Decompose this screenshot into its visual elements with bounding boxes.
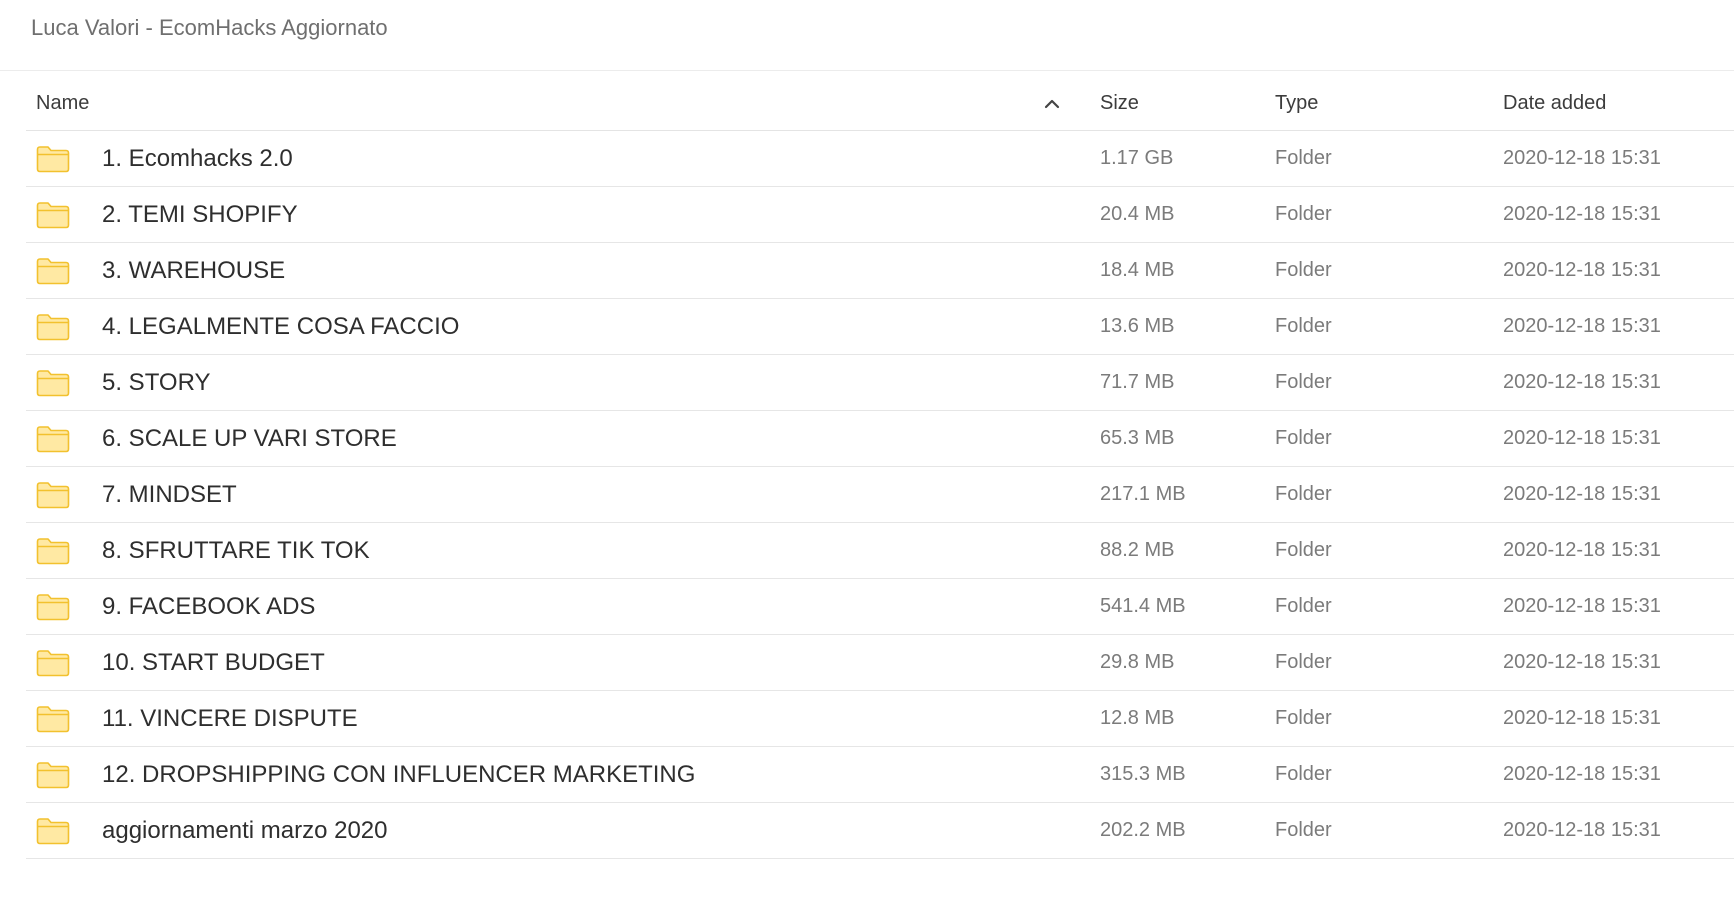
file-name: 1. Ecomhacks 2.0 bbox=[102, 145, 293, 172]
file-size: 202.2 MB bbox=[1100, 819, 1186, 841]
file-type: Folder bbox=[1275, 147, 1332, 169]
file-type: Folder bbox=[1275, 763, 1332, 785]
file-type: Folder bbox=[1275, 819, 1332, 841]
file-date-added: 2020-12-18 15:31 bbox=[1503, 315, 1661, 337]
file-name: 8. SFRUTTARE TIK TOK bbox=[102, 537, 370, 564]
file-name: 12. DROPSHIPPING CON INFLUENCER MARKETIN… bbox=[102, 761, 696, 788]
file-type: Folder bbox=[1275, 539, 1332, 561]
folder-icon bbox=[36, 817, 70, 845]
folder-icon bbox=[36, 369, 70, 397]
folder-icon bbox=[36, 257, 70, 285]
chevron-up-icon[interactable] bbox=[1040, 76, 1064, 130]
file-date-added: 2020-12-18 15:31 bbox=[1503, 595, 1661, 617]
column-header-date[interactable]: Date added bbox=[1503, 76, 1606, 130]
column-header-size[interactable]: Size bbox=[1100, 76, 1139, 130]
file-date-added: 2020-12-18 15:31 bbox=[1503, 427, 1661, 449]
file-date-added: 2020-12-18 15:31 bbox=[1503, 483, 1661, 505]
table-row[interactable]: 4. LEGALMENTE COSA FACCIO 13.6 MB Folder 20… bbox=[26, 299, 1734, 355]
file-size: 315.3 MB bbox=[1100, 763, 1186, 785]
file-date-added: 2020-12-18 15:31 bbox=[1503, 763, 1661, 785]
file-name: aggiornamenti marzo 2020 bbox=[102, 817, 388, 844]
file-size: 13.6 MB bbox=[1100, 315, 1175, 337]
file-size: 71.7 MB bbox=[1100, 371, 1175, 393]
table-header: Name Size Type Date added bbox=[26, 76, 1734, 131]
file-name: 4. LEGALMENTE COSA FACCIO bbox=[102, 313, 460, 340]
file-type: Folder bbox=[1275, 595, 1332, 617]
file-size: 541.4 MB bbox=[1100, 595, 1186, 617]
file-date-added: 2020-12-18 15:31 bbox=[1503, 819, 1661, 841]
table-row[interactable]: 2. TEMI SHOPIFY 20.4 MB Folder 2020-12-18 1… bbox=[26, 187, 1734, 243]
file-size: 29.8 MB bbox=[1100, 651, 1175, 673]
file-date-added: 2020-12-18 15:31 bbox=[1503, 259, 1661, 281]
file-name: 3. WAREHOUSE bbox=[102, 257, 286, 284]
table-row[interactable]: 11. VINCERE DISPUTE 12.8 MB Folder 2020-12-… bbox=[26, 691, 1734, 747]
file-size: 20.4 MB bbox=[1100, 203, 1175, 225]
file-size: 217.1 MB bbox=[1100, 483, 1186, 505]
file-size: 88.2 MB bbox=[1100, 539, 1175, 561]
file-size: 65.3 MB bbox=[1100, 427, 1175, 449]
table-row[interactable]: 3. WAREHOUSE 18.4 MB Folder 2020-12-18 15:3… bbox=[26, 243, 1734, 299]
folder-icon bbox=[36, 481, 70, 509]
file-date-added: 2020-12-18 15:31 bbox=[1503, 539, 1661, 561]
table-row[interactable]: 12. DROPSHIPPING CON INFLUENCER MARKETIN… bbox=[26, 747, 1734, 803]
title-divider bbox=[0, 70, 1734, 71]
file-type: Folder bbox=[1275, 651, 1332, 673]
breadcrumb: Luca Valori - EcomHacks Aggiornato bbox=[31, 15, 388, 40]
column-header-name[interactable]: Name bbox=[36, 76, 89, 130]
file-date-added: 2020-12-18 15:31 bbox=[1503, 203, 1661, 225]
file-type: Folder bbox=[1275, 371, 1332, 393]
folder-icon bbox=[36, 201, 70, 229]
file-type: Folder bbox=[1275, 707, 1332, 729]
table-row[interactable]: 6. SCALE UP VARI STORE 65.3 MB Folder 2020-… bbox=[26, 411, 1734, 467]
file-type: Folder bbox=[1275, 483, 1332, 505]
table-row[interactable]: 9. FACEBOOK ADS 541.4 MB Folder 2020-12-18 … bbox=[26, 579, 1734, 635]
file-type: Folder bbox=[1275, 427, 1332, 449]
folder-icon bbox=[36, 313, 70, 341]
file-type: Folder bbox=[1275, 203, 1332, 225]
file-name: 7. MINDSET bbox=[102, 481, 237, 508]
file-table: Name Size Type Date added 1. Ecomhacks 2… bbox=[26, 76, 1734, 859]
file-name: 9. FACEBOOK ADS bbox=[102, 593, 316, 620]
file-date-added: 2020-12-18 15:31 bbox=[1503, 147, 1661, 169]
file-size: 12.8 MB bbox=[1100, 707, 1175, 729]
folder-icon bbox=[36, 425, 70, 453]
table-row[interactable]: 10. START BUDGET 29.8 MB Folder 2020-12-18 … bbox=[26, 635, 1734, 691]
folder-icon bbox=[36, 537, 70, 565]
table-row[interactable]: 5. STORY 71.7 MB Folder 2020-12-18 15:31 bbox=[26, 355, 1734, 411]
folder-icon bbox=[36, 145, 70, 173]
file-type: Folder bbox=[1275, 259, 1332, 281]
folder-icon bbox=[36, 593, 70, 621]
table-row[interactable]: aggiornamenti marzo 2020 202.2 MB Folder 20… bbox=[26, 803, 1734, 859]
file-date-added: 2020-12-18 15:31 bbox=[1503, 651, 1661, 673]
file-date-added: 2020-12-18 15:31 bbox=[1503, 371, 1661, 393]
file-name: 11. VINCERE DISPUTE bbox=[102, 705, 358, 732]
folder-icon bbox=[36, 705, 70, 733]
table-body: 1. Ecomhacks 2.0 1.17 GB Folder 2020-12-18 … bbox=[26, 131, 1734, 859]
file-size: 18.4 MB bbox=[1100, 259, 1175, 281]
table-row[interactable]: 8. SFRUTTARE TIK TOK 88.2 MB Folder 2020-12… bbox=[26, 523, 1734, 579]
file-name: 5. STORY bbox=[102, 369, 211, 396]
table-row[interactable]: 7. MINDSET 217.1 MB Folder 2020-12-18 15:31 bbox=[26, 467, 1734, 523]
folder-icon bbox=[36, 761, 70, 789]
file-size: 1.17 GB bbox=[1100, 147, 1174, 169]
file-name: 10. START BUDGET bbox=[102, 649, 325, 676]
file-name: 2. TEMI SHOPIFY bbox=[102, 201, 298, 228]
file-name: 6. SCALE UP VARI STORE bbox=[102, 425, 397, 452]
folder-icon bbox=[36, 649, 70, 677]
file-type: Folder bbox=[1275, 315, 1332, 337]
file-date-added: 2020-12-18 15:31 bbox=[1503, 707, 1661, 729]
column-header-type[interactable]: Type bbox=[1275, 76, 1318, 130]
table-row[interactable]: 1. Ecomhacks 2.0 1.17 GB Folder 2020-12-18 … bbox=[26, 131, 1734, 187]
